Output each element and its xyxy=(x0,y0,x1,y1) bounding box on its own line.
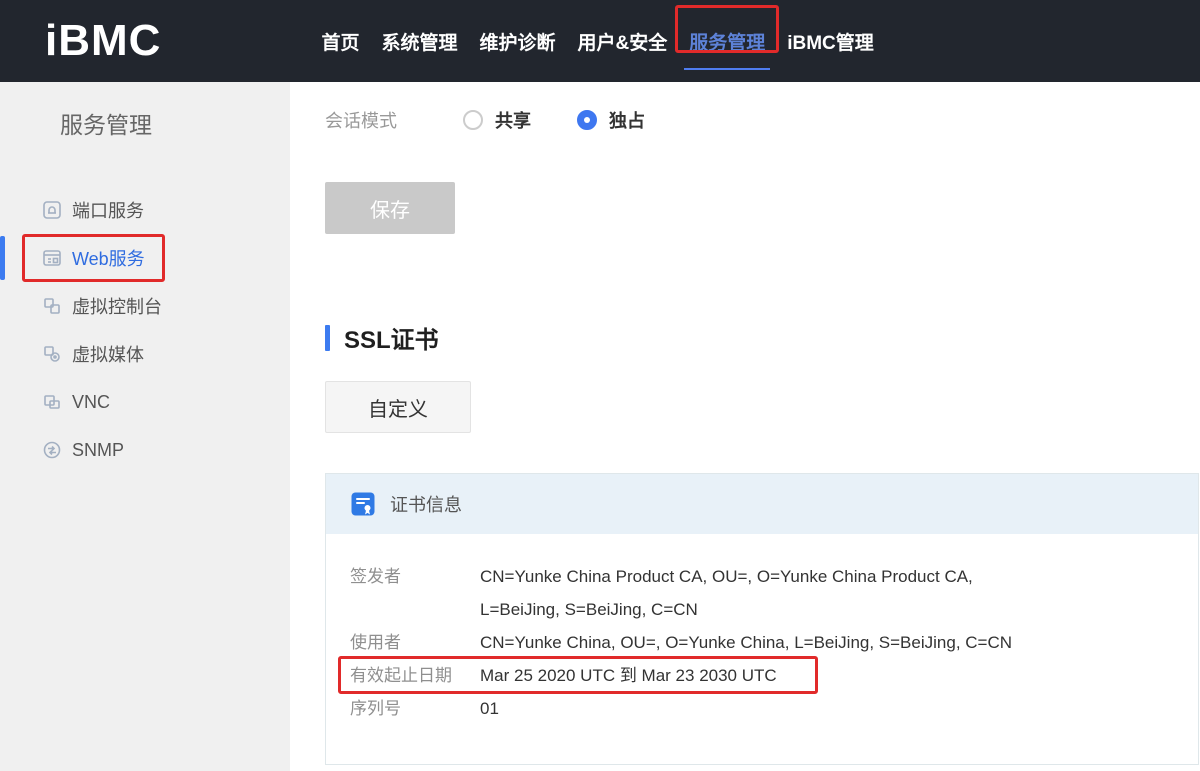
certificate-panel-body: 签发者 CN=Yunke China Product CA, OU=, O=Yu… xyxy=(326,534,1198,725)
radio-selected-dot xyxy=(584,117,590,123)
nav-home-label: 首页 xyxy=(321,28,359,55)
main-content: 会话模式 共享 独占 保存 SSL证书 自定义 证书信息 签发者 xyxy=(290,82,1200,771)
save-button[interactable]: 保存 xyxy=(325,182,455,234)
cert-row-validity: 有效起止日期 Mar 25 2020 UTC 到 Mar 23 2030 UTC xyxy=(350,659,1174,692)
snmp-icon xyxy=(42,440,62,460)
ssl-section-header: SSL证书 xyxy=(325,320,1200,355)
cert-row-subject: 使用者 CN=Yunke China, OU=, O=Yunke China, … xyxy=(350,626,1174,659)
sidebar-item-label: 虚拟媒体 xyxy=(72,341,144,367)
section-accent-bar xyxy=(325,325,330,351)
nav-maintenance-diagnosis[interactable]: 维护诊断 xyxy=(479,0,555,82)
nav-user-security-label: 用户&安全 xyxy=(577,28,667,55)
sidebar-item-vnc[interactable]: VNC xyxy=(0,378,290,426)
active-item-indicator xyxy=(0,236,5,280)
sidebar-item-label: Web服务 xyxy=(72,245,145,271)
nav-service-management-label: 服务管理 xyxy=(689,28,765,55)
active-tab-underline xyxy=(684,68,770,70)
sidebar-item-virtual-console[interactable]: 虚拟控制台 xyxy=(0,282,290,330)
session-mode-row: 会话模式 共享 独占 xyxy=(325,106,1200,134)
sidebar-item-label: 端口服务 xyxy=(72,197,144,223)
certificate-info-panel: 证书信息 签发者 CN=Yunke China Product CA, OU=,… xyxy=(325,473,1199,765)
sidebar-item-port-service[interactable]: 端口服务 xyxy=(0,186,290,234)
nav-ibmc-management-label: iBMC管理 xyxy=(787,28,874,55)
session-mode-label: 会话模式 xyxy=(325,107,463,133)
certificate-panel-header: 证书信息 xyxy=(326,474,1198,534)
cert-row-serial: 序列号 01 xyxy=(350,692,1174,725)
radio-exclusive-label: 独占 xyxy=(609,107,645,133)
cert-serial-value: 01 xyxy=(480,692,499,725)
sidebar-item-label: SNMP xyxy=(72,440,124,461)
web-service-icon xyxy=(42,248,62,268)
ibmc-logo: iBMC xyxy=(45,19,161,63)
cert-issuer-label: 签发者 xyxy=(350,560,480,626)
certificate-panel-title: 证书信息 xyxy=(390,491,462,517)
sidebar-menu: 端口服务 Web服务 虚拟控制台 虚拟媒体 xyxy=(0,186,290,474)
radio-shared[interactable]: 共享 xyxy=(463,107,531,133)
nav-system-management[interactable]: 系统管理 xyxy=(381,0,457,82)
sidebar-item-web-service[interactable]: Web服务 xyxy=(0,234,290,282)
sidebar-item-snmp[interactable]: SNMP xyxy=(0,426,290,474)
cert-validity-label: 有效起止日期 xyxy=(350,659,480,692)
custom-button[interactable]: 自定义 xyxy=(325,381,471,433)
certificate-icon xyxy=(350,491,376,517)
virtual-media-icon xyxy=(42,344,62,364)
sidebar-title: 服务管理 xyxy=(0,82,290,140)
nav-ibmc-management[interactable]: iBMC管理 xyxy=(787,0,874,82)
cert-subject-value: CN=Yunke China, OU=, O=Yunke China, L=Be… xyxy=(480,626,1012,659)
nav-user-security[interactable]: 用户&安全 xyxy=(577,0,667,82)
sidebar: 服务管理 端口服务 Web服务 虚拟控制台 xyxy=(0,82,290,771)
radio-exclusive-circle[interactable] xyxy=(577,110,597,130)
top-nav: 首页 系统管理 维护诊断 用户&安全 服务管理 iBMC管理 xyxy=(321,0,873,82)
port-service-icon xyxy=(42,200,62,220)
nav-system-management-label: 系统管理 xyxy=(381,28,457,55)
cert-validity-value: Mar 25 2020 UTC 到 Mar 23 2030 UTC xyxy=(480,659,777,692)
ssl-section-title: SSL证书 xyxy=(344,320,439,355)
sidebar-item-label: 虚拟控制台 xyxy=(72,293,162,319)
nav-home[interactable]: 首页 xyxy=(321,0,359,82)
cert-row-issuer: 签发者 CN=Yunke China Product CA, OU=, O=Yu… xyxy=(350,560,1174,626)
nav-maintenance-diagnosis-label: 维护诊断 xyxy=(479,28,555,55)
cert-subject-label: 使用者 xyxy=(350,626,480,659)
vnc-icon xyxy=(42,392,62,412)
radio-exclusive[interactable]: 独占 xyxy=(577,107,645,133)
sidebar-item-label: VNC xyxy=(72,392,110,413)
nav-service-management[interactable]: 服务管理 xyxy=(689,0,765,82)
cert-issuer-value: CN=Yunke China Product CA, OU=, O=Yunke … xyxy=(480,560,1050,626)
radio-shared-circle[interactable] xyxy=(463,110,483,130)
virtual-console-icon xyxy=(42,296,62,316)
radio-shared-label: 共享 xyxy=(495,107,531,133)
sidebar-item-virtual-media[interactable]: 虚拟媒体 xyxy=(0,330,290,378)
top-header: iBMC 首页 系统管理 维护诊断 用户&安全 服务管理 iBMC管理 xyxy=(0,0,1200,82)
cert-serial-label: 序列号 xyxy=(350,692,480,725)
